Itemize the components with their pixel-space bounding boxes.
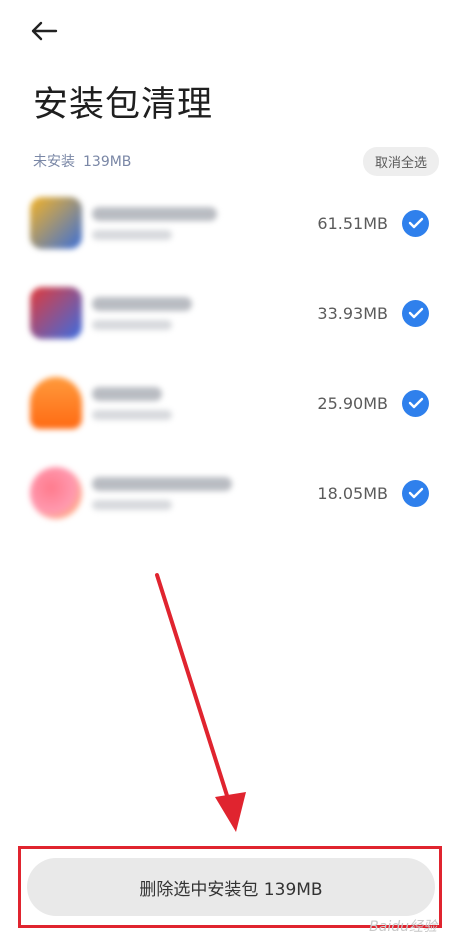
app-text (92, 206, 317, 240)
app-size: 61.51MB (317, 213, 388, 233)
check-icon (408, 217, 423, 229)
section-label: 未安装 139MB (33, 151, 131, 171)
page-title: 安装包清理 (33, 85, 214, 125)
app-version-blurred (92, 319, 172, 330)
check-icon (408, 307, 423, 319)
checkbox-checked[interactable] (402, 209, 429, 237)
checkbox-checked[interactable] (402, 299, 429, 327)
deselect-all-button[interactable]: 取消全选 (362, 146, 439, 176)
app-name-blurred (92, 386, 162, 401)
app-icon (30, 377, 82, 429)
list-item[interactable]: 61.51MB (0, 178, 465, 268)
checkbox-checked[interactable] (402, 389, 429, 417)
list-item[interactable]: 33.93MB (0, 268, 465, 358)
app-text (92, 296, 317, 330)
app-version-blurred (92, 409, 172, 420)
app-name-blurred (92, 206, 217, 221)
app-size: 18.05MB (317, 483, 388, 503)
back-button[interactable] (30, 16, 70, 50)
watermark: Baidu经验 (369, 919, 437, 935)
app-list: 61.51MB 33.93MB 25.90MB 18.05MB (0, 178, 465, 538)
app-name-blurred (92, 476, 232, 491)
app-size: 33.93MB (317, 303, 388, 323)
section-size: 139MB (83, 154, 132, 170)
section-header: 未安装 139MB 取消全选 (33, 146, 439, 176)
app-name-blurred (92, 296, 192, 311)
app-version-blurred (92, 229, 172, 240)
list-item[interactable]: 25.90MB (0, 358, 465, 448)
section-label-text: 未安装 (33, 154, 75, 170)
delete-selected-button[interactable]: 删除选中安装包 139MB (27, 858, 435, 916)
list-item[interactable]: 18.05MB (0, 448, 465, 538)
app-icon (30, 197, 82, 249)
app-icon (30, 287, 82, 339)
arrow-left-icon (30, 21, 58, 45)
app-icon (30, 467, 82, 519)
check-icon (408, 487, 423, 499)
app-text (92, 386, 317, 420)
check-icon (408, 397, 423, 409)
app-text (92, 476, 317, 510)
app-version-blurred (92, 499, 172, 510)
checkbox-checked[interactable] (402, 479, 429, 507)
app-size: 25.90MB (317, 393, 388, 413)
